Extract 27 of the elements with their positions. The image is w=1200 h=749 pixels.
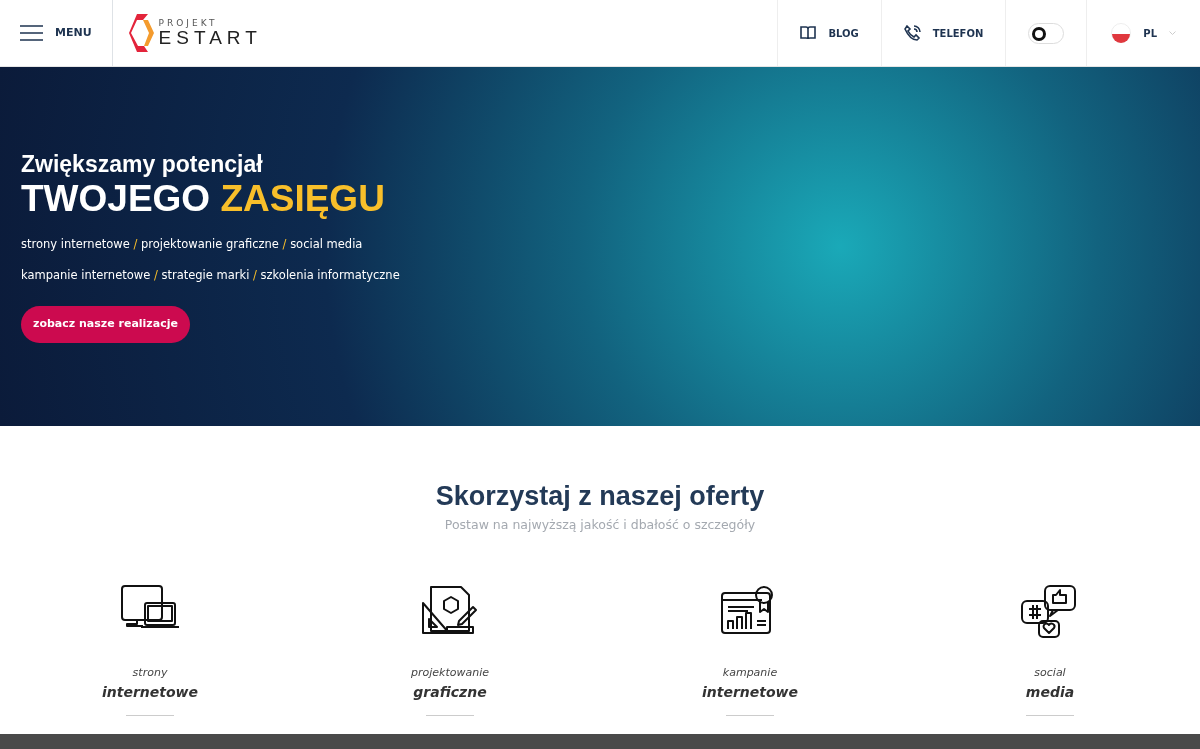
caret-icon [1169,30,1176,36]
offer-title: internetowe [701,682,799,702]
hero-heading: TWOJEGO ZASIĘGU [21,177,386,222]
section-title: Skorzystaj z naszej oferty [434,480,766,513]
offer-subtitle: strony [132,665,168,682]
offer-title: media [1025,682,1075,702]
hero-title: Zwiększamy potencjał [21,152,264,178]
section-subtitle: Postaw na najwyższą jakość i dbałość o szczegóły [443,516,757,535]
offer-subtitle: social [1034,665,1066,682]
offer-subtitle: projektowanie [411,665,489,682]
nav-link[interactable]: BLOG [777,0,882,66]
flag-icon [1111,23,1132,43]
offer-subtitle: kampanie [722,665,778,682]
menu-button[interactable]: MENU [0,0,113,66]
cta-button[interactable]: zobacz nasze realizacje [21,306,190,343]
service-list: strony internetowe / projektowanie graficzne / social media [21,235,1179,253]
nav-link[interactable]: TELEFON [881,0,1007,66]
book-icon [800,26,817,40]
language-selector[interactable]: PL [1087,0,1200,66]
offer-title: internetowe [101,682,199,702]
service-list: kampanie internetowe / strategie marki / szkolenia informatyczne [21,266,1179,285]
phone-icon [903,24,921,42]
logo[interactable]: PROJEKT ESTART [128,0,262,66]
theme-toggle[interactable] [1028,22,1065,44]
offer-title: graficzne [413,682,487,702]
logo-icon [128,14,155,52]
menu-icon [20,25,43,41]
